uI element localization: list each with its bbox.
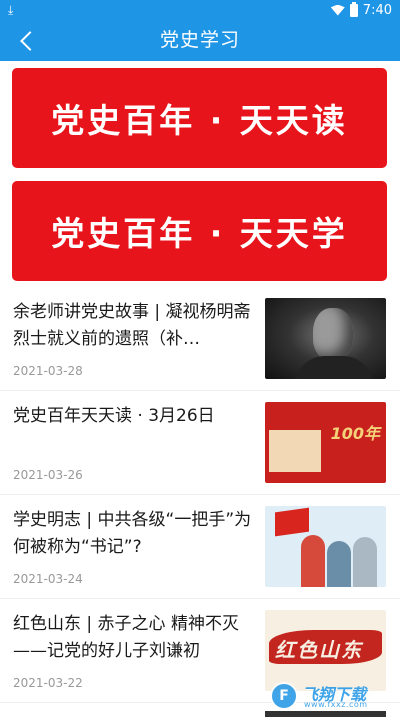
- status-bar: ⤓ 7:40: [0, 0, 400, 20]
- building-illustration: [269, 420, 321, 472]
- portrait-body: [295, 356, 373, 379]
- next-article-thumbnail: [265, 711, 386, 717]
- red-flag-illustration: [275, 507, 309, 537]
- article-text: 红色山东 | 赤子之心 精神不灭 ——记党的好儿子刘谦初: [13, 611, 259, 665]
- figure-illustration: [353, 537, 377, 587]
- watermark-logo: F 飞翔下载 www.fxxz.com: [270, 681, 388, 711]
- battery-icon: [349, 1, 358, 17]
- article-headline: 余老师讲党史故事 | 凝视杨明斋烈士就义前的遗照（补…: [13, 302, 251, 349]
- article-text: 党史百年天天读 · 3月26日: [13, 403, 259, 430]
- figure-illustration: [301, 535, 325, 587]
- article-text: 余老师讲党史故事 | 凝视杨明斋烈士就义前的遗照（补…: [13, 299, 259, 353]
- article-date: 2021-03-24: [13, 572, 83, 586]
- article-headline: 红色山东 | 赤子之心 精神不灭 ——记党的好儿子刘谦初: [13, 614, 239, 661]
- article-date: 2021-03-28: [13, 364, 83, 378]
- app-bar: 党史学习: [0, 20, 400, 61]
- article-item[interactable]: 党史百年天天读 · 3月26日 2021-03-26 100年: [0, 391, 400, 495]
- banner-daily-read[interactable]: 党史百年 · 天天读: [12, 68, 387, 168]
- page-title: 党史学习: [159, 29, 240, 51]
- article-list: 余老师讲党史故事 | 凝视杨明斋烈士就义前的遗照（补… 2021-03-28 党…: [0, 287, 400, 703]
- article-thumbnail: [265, 298, 386, 379]
- article-date: 2021-03-22: [13, 676, 83, 690]
- banner-daily-study[interactable]: 党史百年 · 天天学: [12, 181, 387, 281]
- article-thumbnail: 红色山东: [265, 610, 386, 691]
- status-time: 7:40: [362, 2, 392, 18]
- article-item[interactable]: 学史明志 | 中共各级“一把手”为何被称为“书记”? 2021-03-24: [0, 495, 400, 599]
- thumbnail-caption: 红色山东: [275, 638, 363, 662]
- article-thumbnail: 100年: [265, 402, 386, 483]
- article-headline: 党史百年天天读 · 3月26日: [13, 406, 215, 426]
- wifi-icon: [330, 4, 345, 16]
- article-item[interactable]: 余老师讲党史故事 | 凝视杨明斋烈士就义前的遗照（补… 2021-03-28: [0, 287, 400, 391]
- article-thumbnail: [265, 506, 386, 587]
- article-headline: 学史明志 | 中共各级“一把手”为何被称为“书记”?: [13, 510, 252, 557]
- chevron-left-icon: [20, 30, 40, 51]
- article-text: 学史明志 | 中共各级“一把手”为何被称为“书记”?: [13, 507, 259, 561]
- figure-illustration: [327, 541, 351, 587]
- download-icon: ⤓: [8, 3, 14, 17]
- watermark-url: www.fxxz.com: [304, 700, 368, 709]
- banner-list: 党史百年 · 天天读 党史百年 · 天天学: [12, 68, 387, 294]
- watermark-mark: F: [270, 682, 298, 710]
- status-icons: 7:40: [330, 0, 392, 20]
- thumbnail-caption: 100年: [330, 424, 380, 443]
- article-date: 2021-03-26: [13, 468, 83, 482]
- portrait-face: [313, 308, 353, 360]
- back-button[interactable]: [10, 22, 44, 59]
